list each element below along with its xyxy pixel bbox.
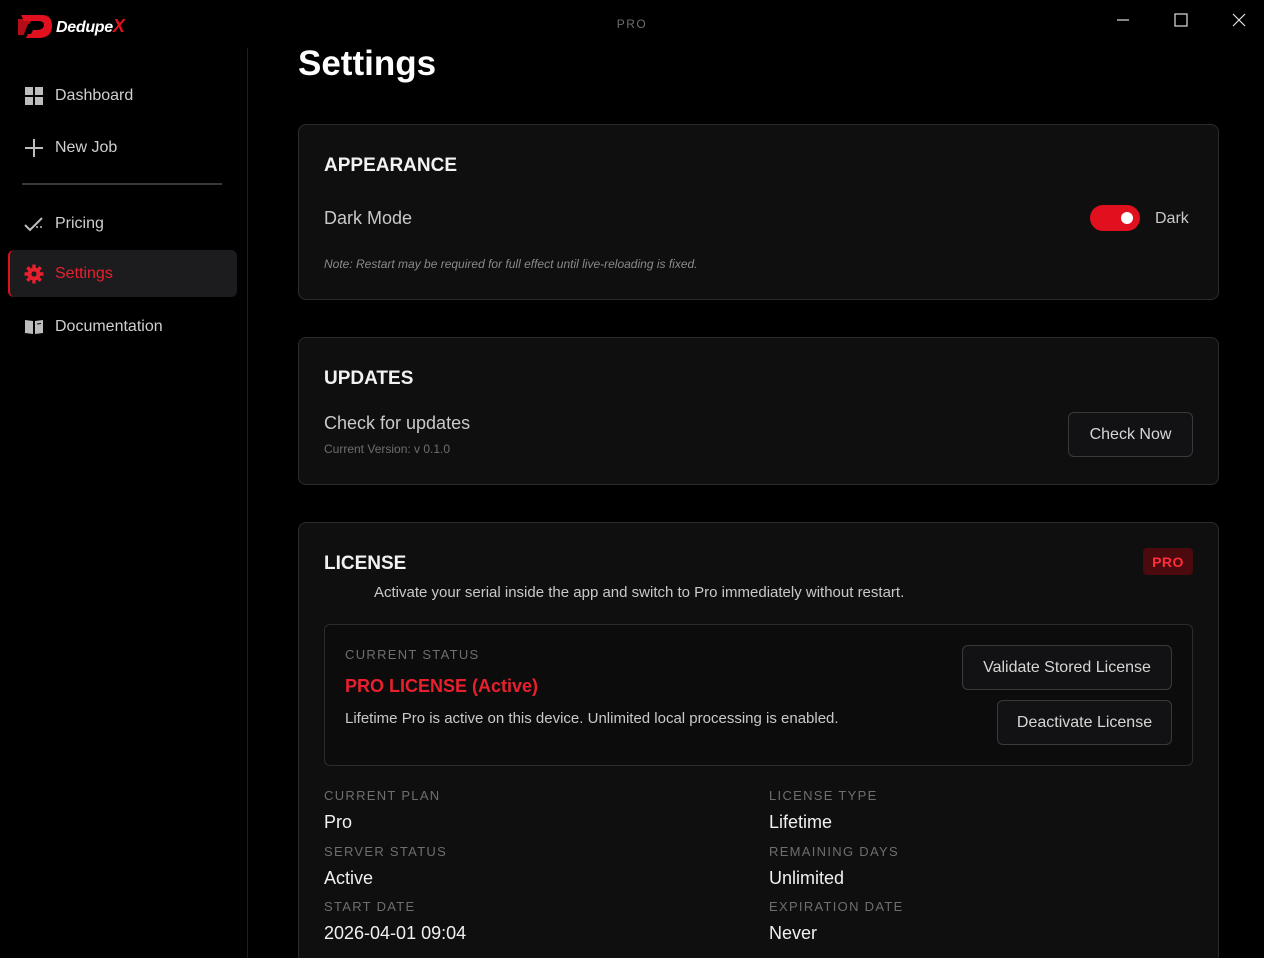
gear-icon xyxy=(24,264,44,284)
maximize-icon xyxy=(1174,13,1188,27)
sidebar: Dashboard New Job Pricing Settings Docum… xyxy=(0,48,248,958)
start-date-label: START DATE xyxy=(324,899,416,914)
start-date-value: 2026-04-01 09:04 xyxy=(324,923,467,943)
close-icon xyxy=(1232,13,1246,27)
license-type-label: LICENSE TYPE xyxy=(769,788,878,803)
dark-mode-state: Dark xyxy=(1155,210,1189,227)
close-button[interactable] xyxy=(1210,0,1264,40)
license-type-value: Lifetime xyxy=(769,812,833,832)
appearance-note: Note: Restart may be required for full e… xyxy=(324,257,698,271)
sidebar-item-new-job[interactable]: New Job xyxy=(8,124,237,171)
sidebar-item-documentation[interactable]: Documentation xyxy=(8,303,237,350)
remaining-days-label: REMAINING DAYS xyxy=(769,844,899,859)
deactivate-license-button[interactable]: Deactivate License xyxy=(997,700,1172,745)
updates-card: UPDATES Check for updates Current Versio… xyxy=(298,337,1219,485)
server-status-value: Active xyxy=(324,868,374,888)
sidebar-item-label: New Job xyxy=(55,138,118,156)
plus-icon xyxy=(24,138,44,158)
minimize-button[interactable] xyxy=(1094,0,1152,40)
expiration-date-label: EXPIRATION DATE xyxy=(769,899,904,914)
window-title: PRO xyxy=(616,17,648,31)
sidebar-divider xyxy=(22,183,222,185)
expiration-date-value: Never xyxy=(769,923,818,943)
sidebar-item-pricing[interactable]: Pricing xyxy=(8,200,237,247)
current-status-label: CURRENT STATUS xyxy=(345,647,480,662)
server-status-label: SERVER STATUS xyxy=(324,844,448,859)
license-status-detail: Lifetime Pro is active on this device. U… xyxy=(345,710,839,727)
page-title: Settings xyxy=(298,44,437,83)
main-content: Settings APPEARANCE Dark Mode Dark Note:… xyxy=(248,44,1264,958)
license-status-box: CURRENT STATUS PRO LICENSE (Active) Life… xyxy=(324,624,1193,766)
minimize-icon xyxy=(1117,19,1129,21)
updates-title: UPDATES xyxy=(324,368,414,389)
sidebar-item-label: Settings xyxy=(55,264,113,282)
current-plan-value: Pro xyxy=(324,812,353,832)
book-icon xyxy=(24,317,44,337)
remaining-days-value: Unlimited xyxy=(769,868,845,888)
current-plan-label: CURRENT PLAN xyxy=(324,788,441,803)
toggle-knob xyxy=(1121,212,1133,224)
sidebar-item-label: Documentation xyxy=(55,317,163,335)
current-version: Current Version: v 0.1.0 xyxy=(324,442,451,456)
check-trend-icon xyxy=(24,214,44,234)
license-status-value: PRO LICENSE (Active) xyxy=(345,676,539,696)
sidebar-item-label: Dashboard xyxy=(55,86,134,104)
appearance-card: APPEARANCE Dark Mode Dark Note: Restart … xyxy=(298,124,1219,300)
validate-license-button[interactable]: Validate Stored License xyxy=(962,645,1172,690)
maximize-button[interactable] xyxy=(1152,0,1210,40)
sidebar-item-label: Pricing xyxy=(55,214,104,232)
license-card: LICENSE PRO Activate your serial inside … xyxy=(298,522,1219,958)
license-description: Activate your serial inside the app and … xyxy=(374,584,905,601)
dark-mode-label: Dark Mode xyxy=(324,208,413,228)
grid-icon xyxy=(24,86,44,106)
title-bar: DedupeX PRO xyxy=(0,0,1264,48)
sidebar-item-settings[interactable]: Settings xyxy=(8,250,237,297)
license-title: LICENSE xyxy=(324,553,407,574)
dark-mode-toggle[interactable] xyxy=(1090,205,1140,231)
check-updates-label: Check for updates xyxy=(324,413,471,433)
check-now-button[interactable]: Check Now xyxy=(1068,412,1193,457)
pro-badge: PRO xyxy=(1143,548,1193,575)
sidebar-item-dashboard[interactable]: Dashboard xyxy=(8,72,237,119)
appearance-title: APPEARANCE xyxy=(324,155,458,176)
